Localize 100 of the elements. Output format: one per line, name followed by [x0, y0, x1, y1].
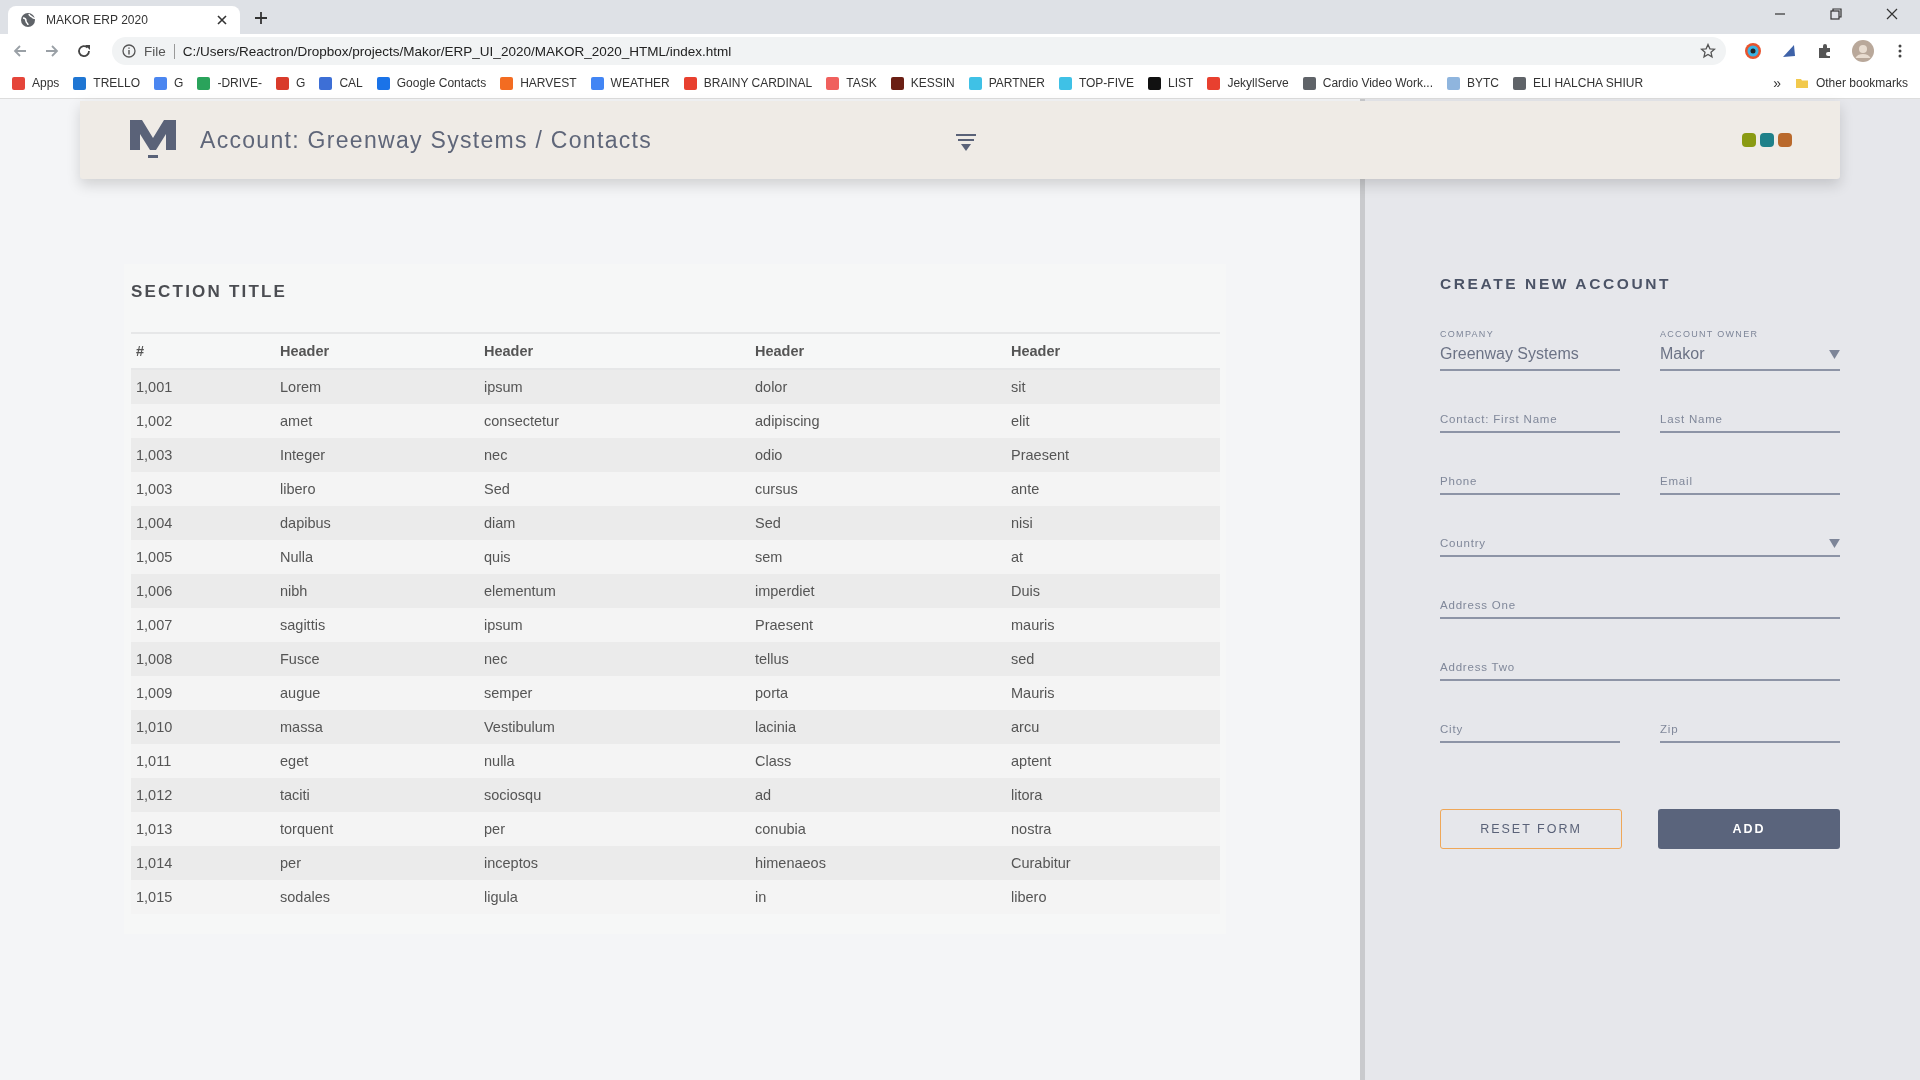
- info-icon: [122, 44, 136, 58]
- bookmark-item[interactable]: LIST: [1148, 76, 1194, 90]
- bookmark-item[interactable]: BRAINY CARDINAL: [683, 76, 813, 90]
- bookmark-item[interactable]: WEATHER: [590, 76, 670, 90]
- bookmark-item[interactable]: BYTC: [1447, 76, 1500, 90]
- table-cell: eget: [275, 744, 479, 778]
- bookmark-item[interactable]: -DRIVE-: [197, 76, 263, 90]
- table-cell: Nulla: [275, 540, 479, 574]
- table-cell: ipsum: [479, 608, 750, 642]
- table-cell: 1,001: [131, 369, 275, 404]
- filter-icon[interactable]: [955, 133, 978, 153]
- bookmark-item[interactable]: HARVEST: [500, 76, 577, 90]
- table-cell: 1,007: [131, 608, 275, 642]
- form-title: CREATE NEW ACCOUNT: [1440, 275, 1673, 293]
- table-cell: per: [275, 846, 479, 880]
- logo-icon: [130, 120, 176, 160]
- table-cell: Class: [750, 744, 1006, 778]
- table-cell: dapibus: [275, 506, 479, 540]
- table-cell: per: [479, 812, 750, 846]
- bookmark-item[interactable]: G: [276, 76, 306, 90]
- table-cell: 1,013: [131, 812, 275, 846]
- table-cell: ipsum: [479, 369, 750, 404]
- table-cell: sem: [750, 540, 1006, 574]
- table-cell: Praesent: [750, 608, 1006, 642]
- folder-icon: [1794, 76, 1809, 90]
- table-cell: sociosqu: [479, 778, 750, 812]
- table-cell: cursus: [750, 472, 1006, 506]
- bookmark-item[interactable]: KESSIN: [890, 76, 955, 90]
- other-bookmarks-item[interactable]: Other bookmarks: [1794, 76, 1908, 90]
- back-arrow-icon[interactable]: [12, 43, 28, 59]
- table-cell: sit: [1006, 369, 1220, 404]
- table-cell: 1,005: [131, 540, 275, 574]
- tab-title: MAKOR ERP 2020: [46, 13, 149, 27]
- table-cell: Praesent: [1006, 438, 1220, 472]
- table-cell: himenaeos: [750, 846, 1006, 880]
- table-cell: 1,011: [131, 744, 275, 778]
- table-cell: semper: [479, 676, 750, 710]
- address-bar[interactable]: File C:/Users/Reactron/Dropbox/projects/Makor/ERP_UI_2020/MAKOR_2020_HTML/index.html: [112, 37, 1726, 65]
- table-cell: litora: [1006, 778, 1220, 812]
- table-cell: consectetur: [479, 404, 750, 438]
- bookmark-item[interactable]: TASK: [826, 76, 877, 90]
- table-cell: sed: [1006, 642, 1220, 676]
- bookmark-item[interactable]: TOP-FIVE: [1058, 76, 1135, 90]
- table-cell: 1,012: [131, 778, 275, 812]
- table-cell: porta: [750, 676, 1006, 710]
- bookmark-item[interactable]: Apps: [12, 76, 60, 90]
- table-cell: Fusce: [275, 642, 479, 676]
- new-tab-icon[interactable]: [254, 11, 268, 25]
- table-cell: taciti: [275, 778, 479, 812]
- bookmark-item[interactable]: Google Contacts: [376, 76, 487, 90]
- bookmark-item[interactable]: CAL: [319, 76, 363, 90]
- table-cell: elementum: [479, 574, 750, 608]
- table-cell: Mauris: [1006, 676, 1220, 710]
- forward-arrow-icon[interactable]: [44, 43, 60, 59]
- table-cell: Sed: [750, 506, 1006, 540]
- table-cell: odio: [750, 438, 1006, 472]
- table-cell: diam: [479, 506, 750, 540]
- table-cell: ligula: [479, 880, 750, 914]
- table-cell: nec: [479, 642, 750, 676]
- browser-tab[interactable]: MAKOR ERP 2020: [8, 6, 240, 34]
- table-cell: 1,010: [131, 710, 275, 744]
- table-cell: Lorem: [275, 369, 479, 404]
- caret-icon: [1829, 538, 1840, 548]
- table-cell: amet: [275, 404, 479, 438]
- close-icon[interactable]: [1886, 8, 1898, 20]
- table-cell: inceptos: [479, 846, 750, 880]
- table-cell: 1,006: [131, 574, 275, 608]
- more-bookmarks-button[interactable]: »: [1773, 75, 1781, 91]
- bookmark-item[interactable]: TRELLO: [73, 76, 141, 90]
- input-field[interactable]: COMPANY Greenway Systems: [1440, 329, 1620, 371]
- table-cell: quis: [479, 540, 750, 574]
- table-cell: aptent: [1006, 744, 1220, 778]
- bookmark-item[interactable]: PARTNER: [968, 76, 1045, 90]
- section-title: SECTION TITLE: [131, 282, 289, 302]
- table-cell: Duis: [1006, 574, 1220, 608]
- table-cell: libero: [1006, 880, 1220, 914]
- table-cell: massa: [275, 710, 479, 744]
- table-cell: mauris: [1006, 608, 1220, 642]
- table-cell: nostra: [1006, 812, 1220, 846]
- table-cell: arcu: [1006, 710, 1220, 744]
- close-icon[interactable]: [216, 14, 228, 26]
- table-cell: Integer: [275, 438, 479, 472]
- restore-icon[interactable]: [1830, 8, 1842, 20]
- url-text: C:/Users/Reactron/Dropbox/projects/Makor/ERP_UI_2020/MAKOR_2020_HTML/index.html: [182, 43, 732, 59]
- table-cell: nulla: [479, 744, 750, 778]
- bookmark-item[interactable]: G: [154, 76, 184, 90]
- reload-icon[interactable]: [76, 43, 92, 59]
- star-icon[interactable]: [1700, 43, 1716, 59]
- table-cell: at: [1006, 540, 1220, 574]
- eye-ring-icon[interactable]: [1744, 42, 1762, 60]
- table-cell: 1,009: [131, 676, 275, 710]
- dropdown-field[interactable]: ACCOUNT OWNER Makor: [1660, 329, 1840, 371]
- caret-icon: [1829, 349, 1840, 359]
- add-button[interactable]: ADD: [1658, 809, 1840, 849]
- reset-button[interactable]: RESET FORM: [1440, 809, 1622, 849]
- bookmark-item[interactable]: JekyllServe: [1207, 76, 1289, 90]
- table-cell: Curabitur: [1006, 846, 1220, 880]
- bookmark-item[interactable]: ELI HALCHA SHIUR: [1513, 76, 1644, 90]
- bookmark-item[interactable]: Cardio Video Work...: [1302, 76, 1433, 90]
- table-cell: sagittis: [275, 608, 479, 642]
